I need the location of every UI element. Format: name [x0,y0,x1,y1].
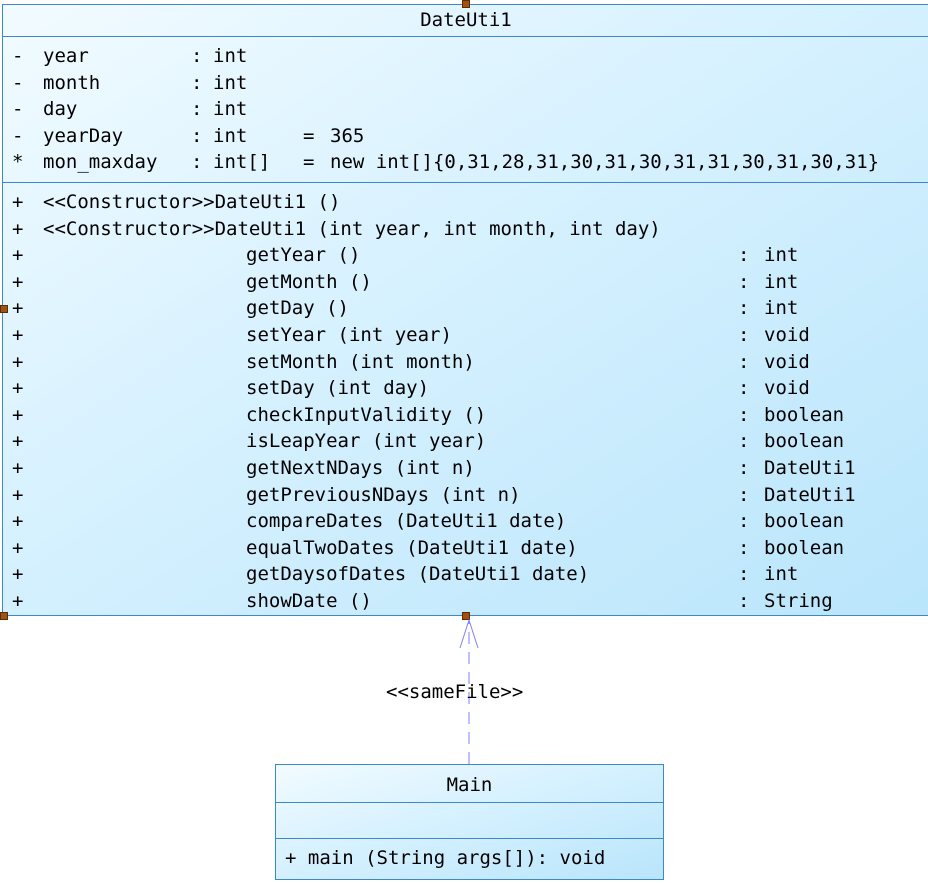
dependency-stereotype-label: <<sameFile>> [386,681,524,703]
main-attributes-compartment [276,803,663,839]
main-operation-row: + main (String args[]): void [285,847,606,869]
dependency-arrow[interactable] [0,0,928,883]
main-class-name: Main [276,765,663,803]
main-operations-compartment: + main (String args[]): void [276,839,663,879]
main-class-box[interactable]: Main + main (String args[]): void [275,764,664,880]
